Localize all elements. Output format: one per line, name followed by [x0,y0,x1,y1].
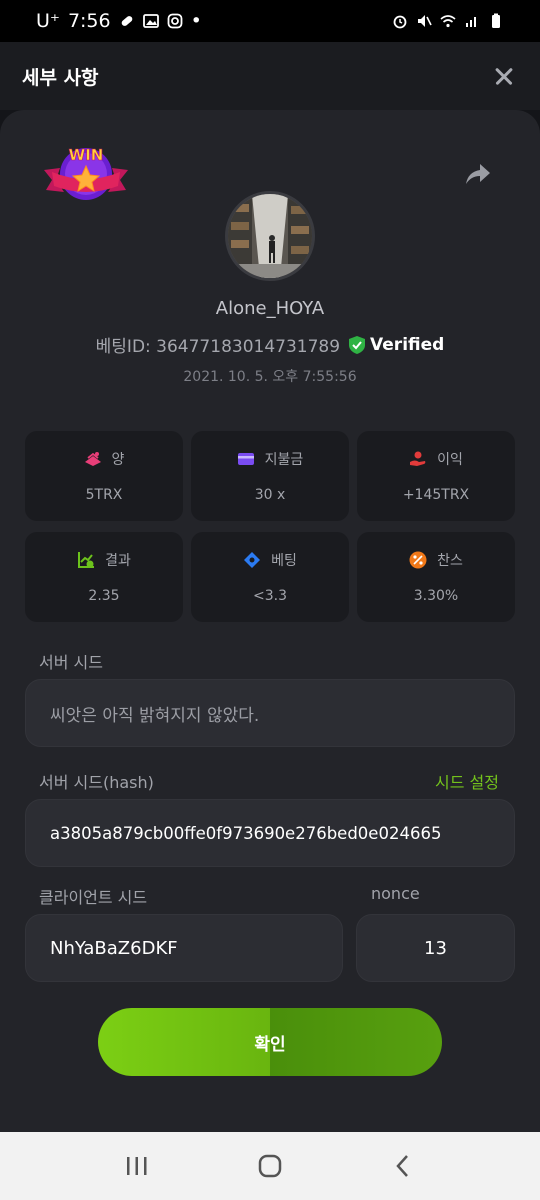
stat-result: 결과 2.35 [25,532,183,622]
stat-value: 30 x [254,487,286,503]
battery-icon [492,13,500,28]
share-icon[interactable] [462,160,492,188]
wallet-icon [237,453,254,465]
signal-icon [466,17,476,27]
stat-value: 2.35 [88,588,120,604]
server-seed-hash-field[interactable]: a3805a879cb00ffe0f973690e276bed0e024665 [25,799,515,867]
hand-coin-icon [410,451,426,466]
nonce-field[interactable]: 13 [356,914,515,982]
stat-profit: 이익 +145TRX [357,431,515,521]
stat-amount: 양 5TRX [25,431,183,521]
nonce-value: 13 [424,937,447,959]
stat-value: <3.3 [253,588,287,604]
home-button[interactable] [250,1146,290,1186]
clock: 7:56 [67,10,111,32]
win-badge-text: WIN [69,146,104,164]
bet-id-row: 베팅ID: 36477183014731789 Verified [0,332,540,358]
image-icon [142,14,159,28]
home-icon [258,1154,282,1178]
win-badge-icon: WIN [44,146,128,200]
stat-value: 3.30% [413,588,459,604]
stat-chance: 찬스 3.30% [357,532,515,622]
shield-check-icon [349,335,366,354]
set-seed-link[interactable]: 시드 설정 [435,769,499,793]
username: Alone_HOYA [215,298,325,319]
server-seed-hash-label: 서버 시드(hash) [39,773,154,792]
bet-datetime: 2021. 10. 5. 오후 7:55:56 [183,369,357,385]
back-button[interactable] [383,1146,423,1186]
alarm-icon [393,15,407,29]
nonce-label: nonce [371,884,420,903]
ticket-icon [244,552,261,568]
verified-badge: Verified [348,335,444,355]
notification-dot: • [190,10,202,32]
instagram-icon [167,13,183,29]
carrier-label: U⁺ [36,10,60,32]
verified-label: Verified [370,334,445,355]
client-seed-value: NhYaBaZ6DKF [50,937,178,959]
back-icon [396,1155,409,1177]
avatar [225,191,315,281]
client-seed-input[interactable]: NhYaBaZ6DKF [25,914,343,982]
server-seed-hash-value: a3805a879cb00ffe0f973690e276bed0e024665 [50,823,442,843]
stat-label: 지불금 [264,452,304,468]
stat-bet: 베팅 <3.3 [191,532,349,622]
close-icon[interactable] [490,62,518,90]
confirm-button[interactable]: 확인 [98,1008,442,1076]
stat-label: 결과 [105,553,131,569]
client-seed-label: 클라이언트 시드 [39,888,148,907]
system-nav-bar [0,1132,540,1200]
page-title: 세부 사항 [22,66,99,89]
server-seed-field: 씨앗은 아직 밝혀지지 않았다. [25,679,515,747]
avatar-photo-icon [228,194,312,278]
mute-icon [418,15,432,27]
money-stack-icon [84,452,101,466]
server-seed-label: 서버 시드 [39,653,103,672]
recent-apps-icon [126,1157,147,1175]
stat-label: 베팅 [271,553,297,569]
pill-icon [121,16,132,26]
chart-check-icon [78,552,95,568]
status-bar: U⁺ 7:56 • [0,0,540,42]
stat-value: +145TRX [402,487,470,503]
wifi-icon [440,15,456,28]
stat-label: 찬스 [437,553,463,569]
stat-payout: 지불금 30 x [191,431,349,521]
stat-label: 양 [111,452,125,468]
stat-label: 이익 [437,452,463,468]
recent-apps-button[interactable] [117,1146,157,1186]
details-header: 세부 사항 [0,42,540,110]
percent-icon [409,551,427,569]
bet-id: 베팅ID: 36477183014731789 [95,337,341,357]
stat-value: 5TRX [85,487,123,503]
server-seed-value: 씨앗은 아직 밝혀지지 않았다. [50,705,260,726]
